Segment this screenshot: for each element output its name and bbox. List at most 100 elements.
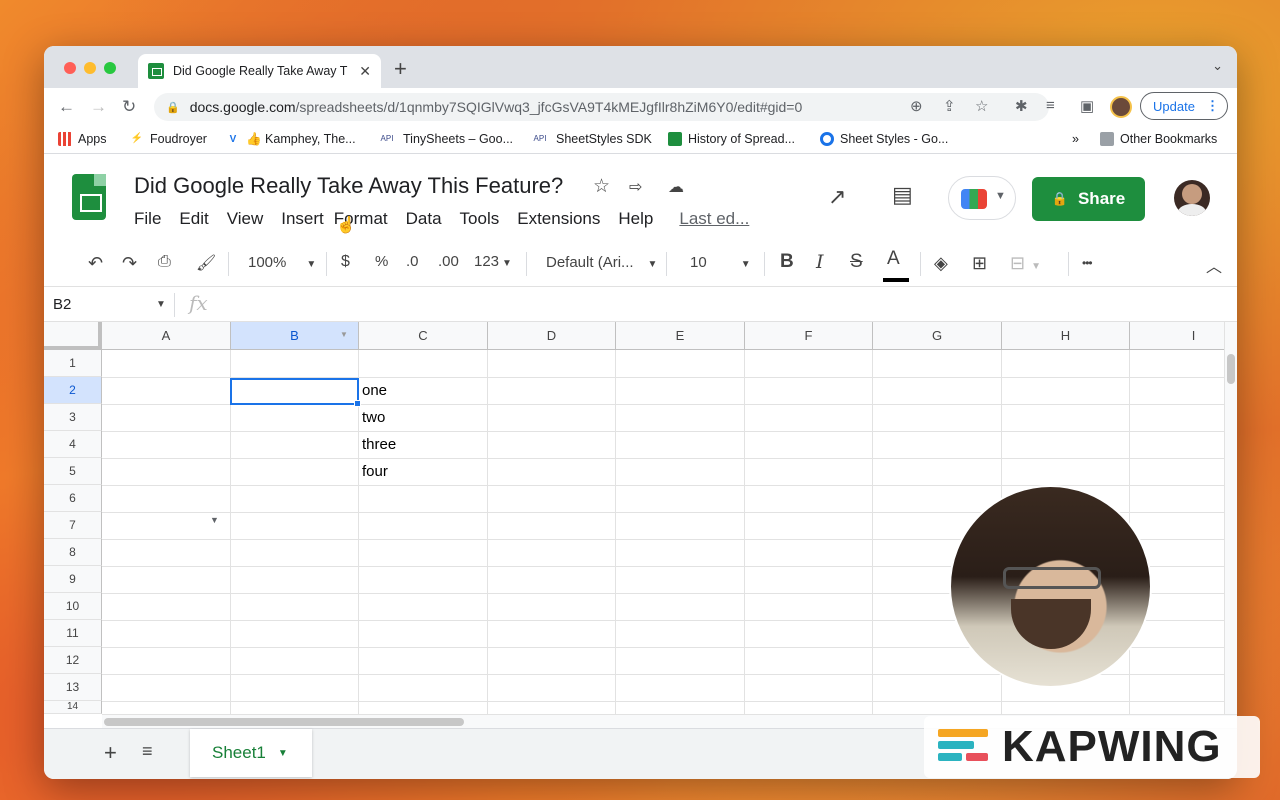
column-header-f[interactable]: F [745, 322, 873, 350]
column-menu-icon[interactable]: ▼ [340, 330, 354, 342]
tab-search-chevron-icon[interactable]: ⌄ [1212, 58, 1223, 74]
meet-button[interactable]: ▼ [948, 176, 1016, 220]
forward-icon[interactable]: → [90, 97, 107, 117]
zoom-icon[interactable]: ⊕ [910, 97, 923, 115]
column-header-a[interactable]: A [102, 322, 231, 350]
zoom-select[interactable]: 100% ▼ [248, 254, 316, 271]
row-header-2[interactable]: 2 [44, 377, 102, 404]
collapse-toolbar-icon[interactable]: ︿ [1206, 253, 1222, 277]
print-icon[interactable]: ⎙ [158, 253, 171, 271]
side-panel-icon[interactable]: ▣ [1080, 97, 1094, 115]
row-header-12[interactable]: 12 [44, 647, 102, 674]
bookmarks-overflow[interactable]: » [1072, 132, 1079, 146]
browser-tab-active[interactable]: Did Google Really Take Away T ✕ [138, 54, 381, 88]
menu-help[interactable]: Help [618, 209, 653, 229]
row-header-10[interactable]: 10 [44, 593, 102, 620]
extensions-icon[interactable]: ✱ [1015, 97, 1028, 115]
strikethrough-button[interactable]: S [850, 251, 863, 273]
bookmark-tinysheets[interactable]: API TinySheets – Goo... [377, 132, 513, 146]
fill-color-icon[interactable]: ◈ [934, 253, 948, 274]
move-folder-icon[interactable]: ⇨ [629, 177, 642, 197]
column-header-c[interactable]: C [359, 322, 488, 350]
cell-c4[interactable]: three [362, 436, 396, 453]
decrease-decimal-button[interactable]: .0 [406, 253, 419, 270]
menu-edit[interactable]: Edit [179, 209, 208, 229]
row-header-4[interactable]: 4 [44, 431, 102, 458]
menu-data[interactable]: Data [406, 209, 442, 229]
more-formats-select[interactable]: 123 ▼ [474, 253, 512, 270]
cell-c3[interactable]: two [362, 409, 385, 426]
sheets-logo-icon[interactable] [72, 174, 106, 220]
row-header-13[interactable]: 13 [44, 674, 102, 701]
bookmark-foudroyer[interactable]: ⚡ Foudroyer [130, 132, 207, 146]
row-header-6[interactable]: 6 [44, 485, 102, 512]
bold-button[interactable]: B [780, 251, 794, 273]
tab-close-icon[interactable]: ✕ [359, 63, 371, 80]
bookmark-apps[interactable]: Apps [58, 132, 107, 146]
user-avatar[interactable] [1174, 180, 1210, 216]
menu-tools[interactable]: Tools [460, 209, 500, 229]
row-header-7[interactable]: 7 [44, 512, 102, 539]
sheet-tab-sheet1[interactable]: Sheet1 ▼ [190, 729, 312, 777]
add-sheet-button[interactable]: + [104, 740, 117, 766]
font-family-select[interactable]: Default (Ari... ▼ [546, 254, 657, 271]
italic-button[interactable]: I [816, 251, 824, 273]
more-options-button[interactable]: ••• [1082, 256, 1093, 270]
close-window-button[interactable] [64, 62, 76, 74]
redo-icon[interactable]: ↷ [122, 253, 137, 274]
text-color-button[interactable]: A [887, 248, 900, 270]
last-edit-link[interactable]: Last ed... [679, 209, 749, 229]
back-icon[interactable]: ← [58, 97, 75, 117]
selected-cell-b2[interactable] [230, 378, 359, 405]
paint-format-icon[interactable]: 🖌 [196, 253, 216, 273]
share-button[interactable]: 🔒 Share [1032, 177, 1145, 221]
column-header-i[interactable]: I [1130, 322, 1224, 350]
undo-icon[interactable]: ↶ [88, 253, 103, 274]
bookmark-sheetstyles-sdk[interactable]: API SheetStyles SDK [530, 132, 652, 146]
bookmark-kamphey[interactable]: V 👍 Kamphey, The... [226, 132, 356, 147]
menu-file[interactable]: File [134, 209, 161, 229]
all-sheets-button[interactable]: ≡ [142, 741, 153, 762]
increase-decimal-button[interactable]: .00 [438, 253, 459, 270]
horizontal-scroll-thumb[interactable] [104, 718, 464, 726]
menu-extensions[interactable]: Extensions [517, 209, 600, 229]
percent-format-button[interactable]: % [375, 253, 388, 270]
dropdown-arrow-icon[interactable]: ▼ [210, 515, 219, 525]
currency-format-button[interactable]: $ [341, 253, 350, 271]
column-header-b[interactable]: B ▼ [231, 322, 359, 350]
reload-icon[interactable]: ↻ [122, 97, 136, 117]
reading-list-icon[interactable]: ≡ [1046, 97, 1055, 114]
column-header-e[interactable]: E [616, 322, 745, 350]
comments-icon[interactable]: ▤ [892, 182, 913, 208]
name-box[interactable]: B2 [53, 296, 71, 313]
fill-handle[interactable] [354, 400, 361, 407]
profile-avatar[interactable] [1110, 96, 1132, 118]
maximize-window-button[interactable] [104, 62, 116, 74]
bookmark-sheet-styles[interactable]: Sheet Styles - Go... [820, 132, 948, 146]
vertical-scroll-thumb[interactable] [1227, 354, 1235, 384]
minimize-window-button[interactable] [84, 62, 96, 74]
other-bookmarks[interactable]: Other Bookmarks [1100, 132, 1217, 146]
row-header-8[interactable]: 8 [44, 539, 102, 566]
row-header-14[interactable]: 14 [44, 701, 102, 714]
bookmark-star-icon[interactable]: ☆ [975, 97, 988, 115]
row-header-1[interactable]: 1 [44, 350, 102, 377]
star-icon[interactable]: ☆ [593, 175, 610, 198]
column-header-d[interactable]: D [488, 322, 616, 350]
trend-chart-icon[interactable]: ↗ [828, 184, 846, 210]
row-header-11[interactable]: 11 [44, 620, 102, 647]
share-page-icon[interactable]: ⇪ [943, 97, 956, 115]
cell-c5[interactable]: four [362, 463, 388, 480]
cell-c2[interactable]: one [362, 382, 387, 399]
new-tab-button[interactable]: + [394, 56, 407, 82]
vertical-scrollbar[interactable] [1224, 322, 1237, 714]
column-header-g[interactable]: G [873, 322, 1002, 350]
chevron-down-icon[interactable]: ▼ [156, 299, 166, 310]
merge-cells-icon[interactable]: ⊟ ▼ [1010, 253, 1041, 274]
document-title[interactable]: Did Google Really Take Away This Feature… [134, 173, 563, 199]
row-header-9[interactable]: 9 [44, 566, 102, 593]
column-header-h[interactable]: H [1002, 322, 1130, 350]
update-button[interactable]: Update ⋮ [1140, 92, 1228, 120]
menu-insert[interactable]: Insert [281, 209, 324, 229]
bookmark-history[interactable]: History of Spread... [668, 132, 795, 146]
